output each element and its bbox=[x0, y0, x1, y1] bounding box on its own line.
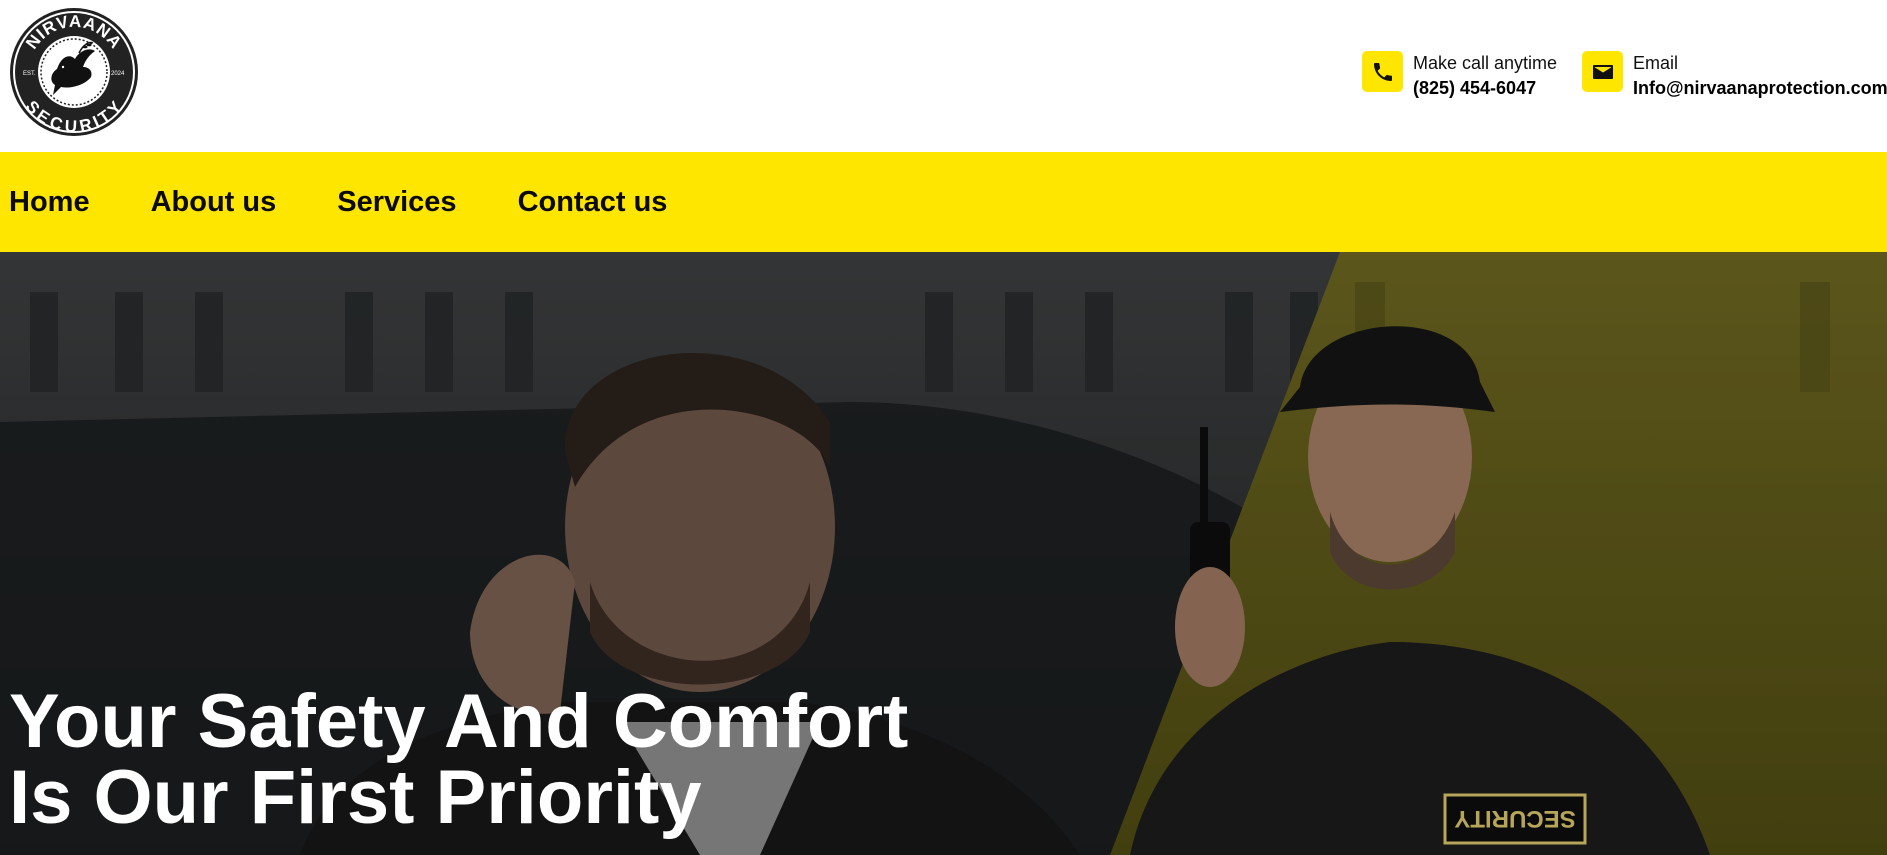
site-logo[interactable]: NIRVAANA SECURITY EST. 2024 bbox=[9, 7, 139, 137]
mail-icon-box bbox=[1582, 51, 1623, 92]
mail-icon bbox=[1592, 64, 1613, 79]
hero-section: SECURITY Your Safety And Comfort Is Our … bbox=[0, 252, 1887, 855]
email-caption: Email bbox=[1633, 53, 1679, 73]
nav-item-services[interactable]: Services bbox=[337, 186, 456, 219]
phone-number[interactable]: (825) 454-6047 bbox=[1413, 76, 1557, 101]
hero-title-line-2: Is Our First Priority bbox=[9, 755, 702, 840]
hero-title: Your Safety And Comfort Is Our First Pri… bbox=[9, 684, 908, 836]
phone-contact[interactable]: Make call anytime (825) 454-6047 bbox=[1362, 51, 1557, 101]
nav-item-home[interactable]: Home bbox=[9, 186, 90, 219]
email-contact[interactable]: Email Info@nirvaanaprotection.com bbox=[1582, 51, 1887, 101]
logo-right-text: 2024 bbox=[111, 71, 125, 77]
main-nav: Home About us Services Contact us bbox=[0, 152, 1887, 252]
hero-title-line-1: Your Safety And Comfort bbox=[9, 679, 909, 764]
logo-emblem: NIRVAANA SECURITY EST. 2024 bbox=[10, 8, 138, 136]
email-address[interactable]: Info@nirvaanaprotection.com bbox=[1633, 76, 1887, 101]
phone-icon-box bbox=[1362, 51, 1403, 92]
nav-item-about-us[interactable]: About us bbox=[151, 186, 277, 219]
phone-caption: Make call anytime bbox=[1413, 53, 1558, 73]
nav-item-contact-us[interactable]: Contact us bbox=[518, 186, 668, 219]
site-header: NIRVAANA SECURITY EST. 2024 Make call an… bbox=[0, 0, 1887, 152]
logo-left-text: EST. bbox=[23, 71, 36, 77]
phone-icon bbox=[1373, 62, 1392, 81]
